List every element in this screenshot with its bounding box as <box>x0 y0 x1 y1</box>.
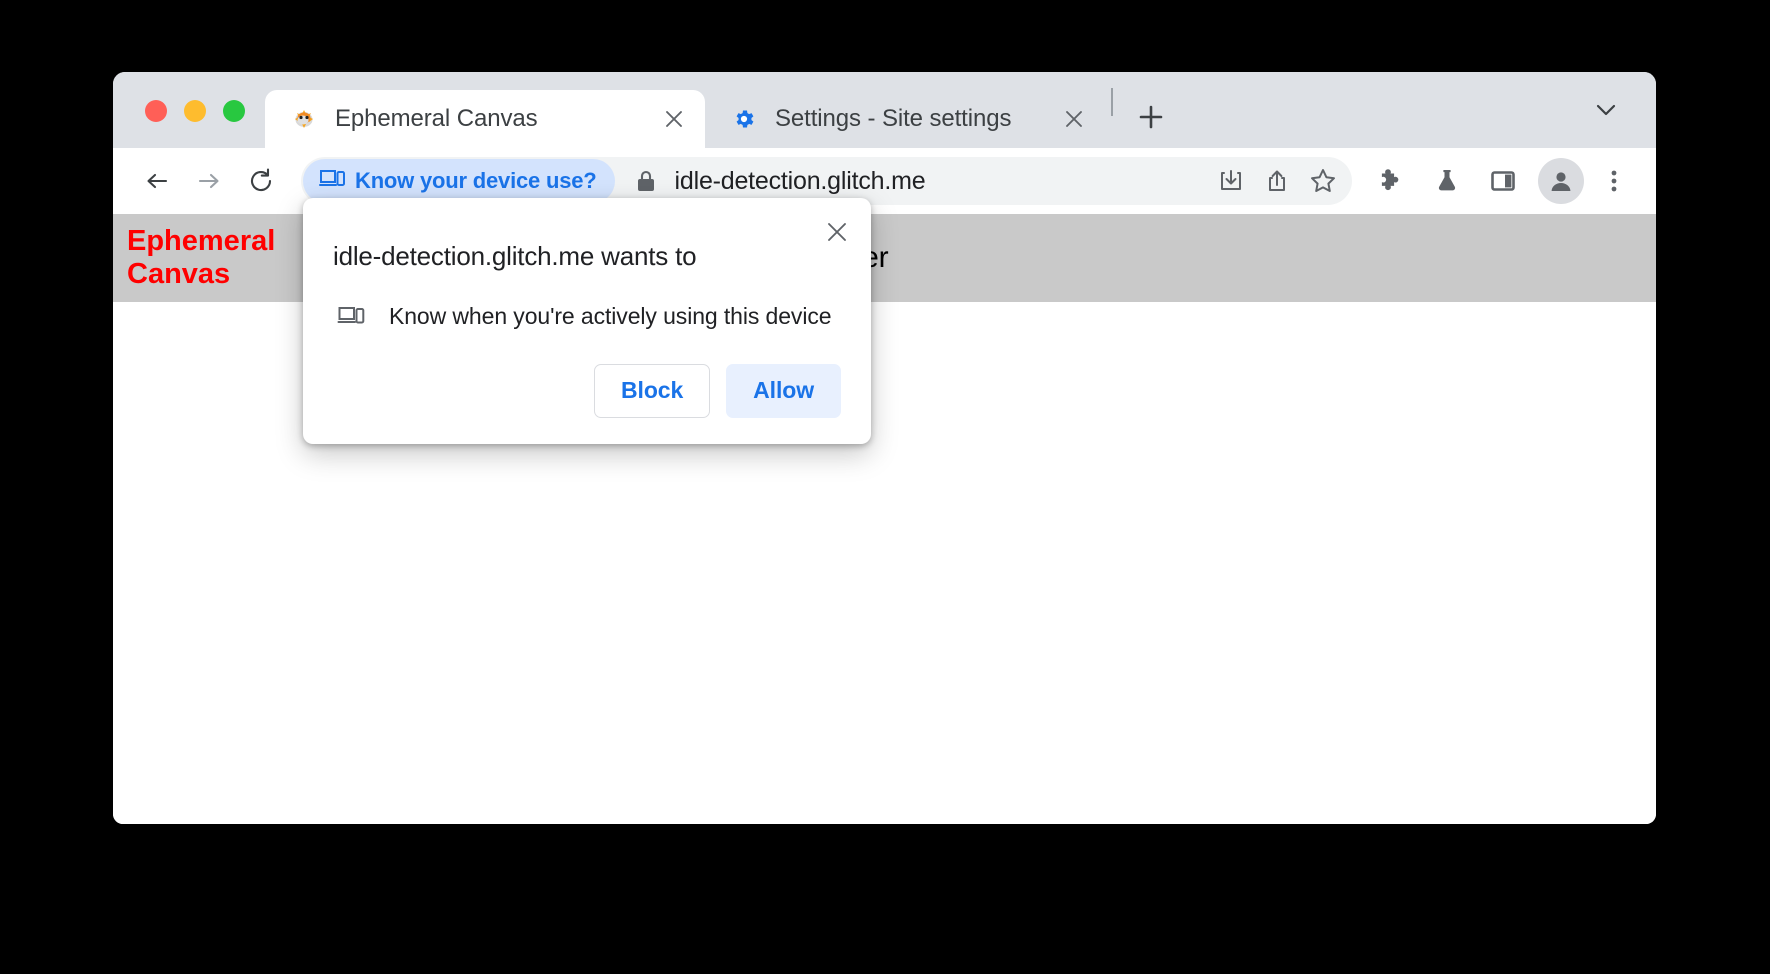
three-dots-icon <box>1611 170 1617 192</box>
chevron-down-icon <box>1596 104 1616 116</box>
tab-settings-site-settings[interactable]: Settings - Site settings <box>705 90 1105 148</box>
device-idle-icon <box>337 304 367 328</box>
browser-window: Ephemeral Canvas Settings - Site setting… <box>113 72 1656 824</box>
new-tab-button[interactable] <box>1125 91 1177 143</box>
avatar[interactable] <box>1538 158 1584 204</box>
window-close-button[interactable] <box>145 100 167 122</box>
tab-strip: Ephemeral Canvas Settings - Site setting… <box>113 72 1656 148</box>
dialog-title: idle-detection.glitch.me wants to <box>333 241 697 271</box>
person-icon <box>1551 172 1571 191</box>
tab-list: Ephemeral Canvas Settings - Site setting… <box>265 72 1177 148</box>
device-use-chip[interactable]: Know your device use? <box>303 159 615 203</box>
dialog-permission-text: Know when you're actively using this dev… <box>389 302 832 329</box>
blowfish-icon <box>291 106 317 132</box>
close-icon[interactable] <box>1057 102 1091 136</box>
dialog-actions: Block Allow <box>303 330 871 444</box>
toolbar-actions <box>1360 156 1636 206</box>
tab-divider <box>1111 88 1113 116</box>
window-maximize-button[interactable] <box>223 100 245 122</box>
lock-icon[interactable] <box>629 168 663 194</box>
tab-title: Settings - Site settings <box>775 105 1012 132</box>
tab-title: Ephemeral Canvas <box>335 105 538 132</box>
experiments-flask-icon[interactable] <box>1422 156 1472 206</box>
dialog-permission-row: Know when you're actively using this dev… <box>303 273 871 330</box>
side-panel-icon[interactable] <box>1478 156 1528 206</box>
gear-icon <box>731 106 757 132</box>
device-use-chip-label: Know your device use? <box>355 168 597 193</box>
close-icon[interactable] <box>657 102 691 136</box>
reload-button[interactable] <box>235 155 287 207</box>
share-icon[interactable] <box>1254 158 1300 204</box>
screen: Ephemeral Canvas Settings - Site setting… <box>0 0 1770 974</box>
allow-button[interactable]: Allow <box>726 363 841 418</box>
arrow-left-icon <box>147 173 168 189</box>
extensions-puzzle-icon[interactable] <box>1366 156 1416 206</box>
plus-icon <box>1139 105 1163 129</box>
arrow-right-icon <box>198 173 219 189</box>
permission-dialog: idle-detection.glitch.me wants to Know w… <box>303 198 871 444</box>
window-minimize-button[interactable] <box>184 100 206 122</box>
browser-menu-button[interactable] <box>1592 156 1636 206</box>
dialog-close-icon[interactable] <box>819 214 855 250</box>
install-icon[interactable] <box>1208 158 1254 204</box>
device-idle-icon <box>319 168 345 195</box>
reload-icon <box>251 168 272 192</box>
forward-button[interactable] <box>183 155 235 207</box>
tab-search-button[interactable] <box>1582 86 1630 134</box>
back-button[interactable] <box>131 155 183 207</box>
url-text: idle-detection.glitch.me <box>674 166 926 195</box>
window-traffic-lights <box>113 100 265 148</box>
bookmark-star-icon[interactable] <box>1300 158 1346 204</box>
tab-ephemeral-canvas[interactable]: Ephemeral Canvas <box>265 90 705 148</box>
block-button[interactable]: Block <box>594 363 711 418</box>
